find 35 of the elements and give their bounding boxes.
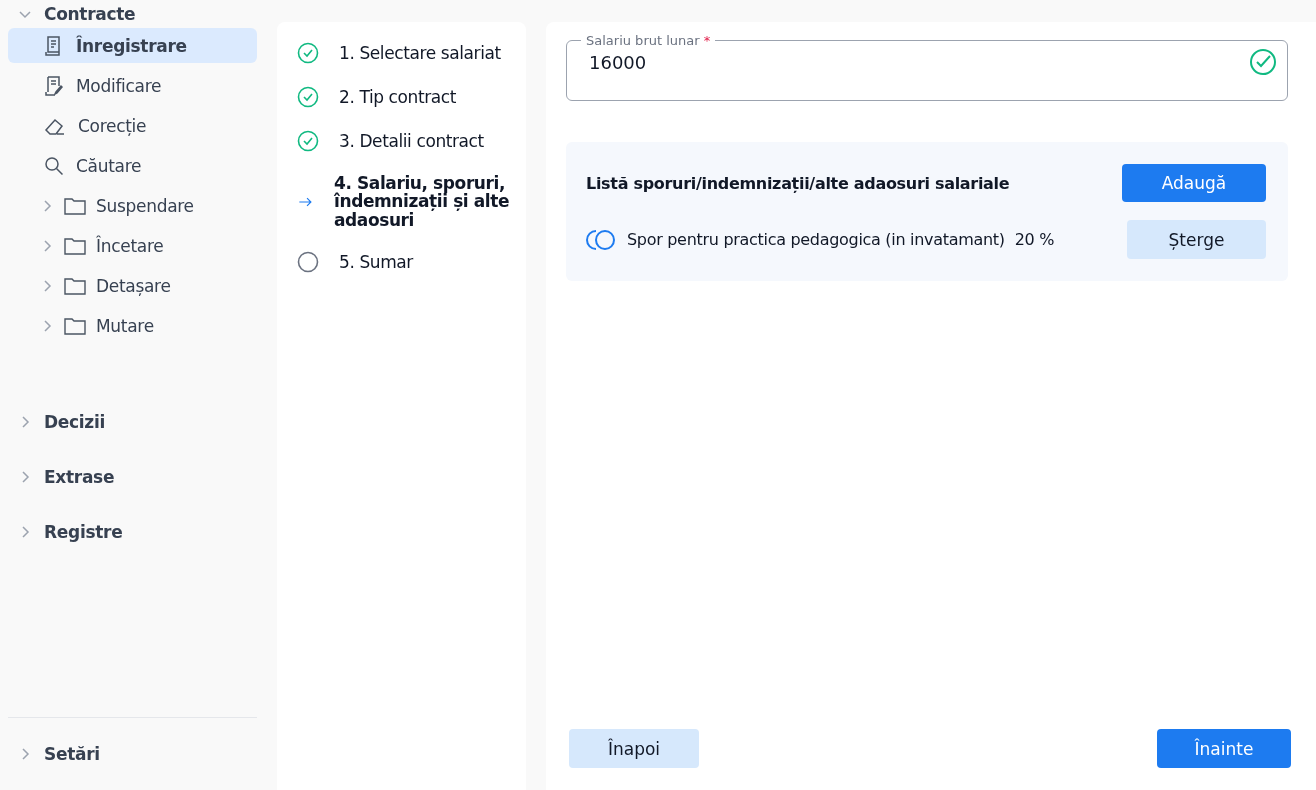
- sidebar-item[interactable]: Căutare: [8, 148, 257, 183]
- allowances-title: Listă sporuri/indemnizații/alte adaosuri salariale: [586, 173, 1010, 193]
- back-button[interactable]: Înapoi: [569, 729, 699, 768]
- allowance-name: Spor pentru practica pedagogica (in invatamant): [627, 230, 1005, 249]
- step-label: 3. Detalii contract: [339, 131, 484, 151]
- sidebar-section[interactable]: Extrase: [8, 463, 257, 491]
- sidebar-item[interactable]: Mutare: [8, 308, 257, 343]
- add-button[interactable]: Adaugă: [1122, 164, 1266, 202]
- field-label: Salariu brut lunar *: [585, 33, 712, 48]
- next-button[interactable]: Înainte: [1157, 729, 1291, 768]
- step-label: 4. Salariu, sporuri, îndemnizații și alte adaosuri: [334, 174, 511, 230]
- step-label: 5. Sumar: [339, 252, 413, 272]
- document-edit-icon: [44, 74, 64, 97]
- sidebar-item[interactable]: Detașare: [8, 268, 257, 303]
- sidebar-section[interactable]: Decizii: [8, 408, 257, 436]
- sidebar-section[interactable]: Setări: [8, 740, 257, 768]
- folder-icon: [64, 276, 86, 295]
- folder-icon: [64, 316, 86, 335]
- sidebar-section[interactable]: Contracte: [8, 0, 257, 28]
- sidebar-item[interactable]: Încetare: [8, 228, 257, 263]
- sidebar-item[interactable]: Modificare: [8, 68, 257, 103]
- sidebar-item[interactable]: Suspendare: [8, 188, 257, 223]
- salary-field[interactable]: Salariu brut lunar * 16000: [566, 33, 1288, 101]
- delete-button[interactable]: Șterge: [1127, 220, 1266, 259]
- allowance-value: 20 %: [1014, 230, 1055, 249]
- step-label: 1. Selectare salariat: [339, 43, 501, 63]
- salary-input[interactable]: 16000: [587, 50, 1249, 74]
- sidebar-section[interactable]: Registre: [8, 518, 257, 546]
- sidebar-item[interactable]: Corecție: [8, 108, 257, 143]
- search-icon: [44, 155, 64, 176]
- sidebar-item[interactable]: Înregistrare: [8, 28, 257, 63]
- folder-icon: [64, 236, 86, 255]
- folder-icon: [64, 196, 86, 215]
- double-circle-icon: [586, 228, 617, 251]
- step-label: 2. Tip contract: [339, 87, 456, 107]
